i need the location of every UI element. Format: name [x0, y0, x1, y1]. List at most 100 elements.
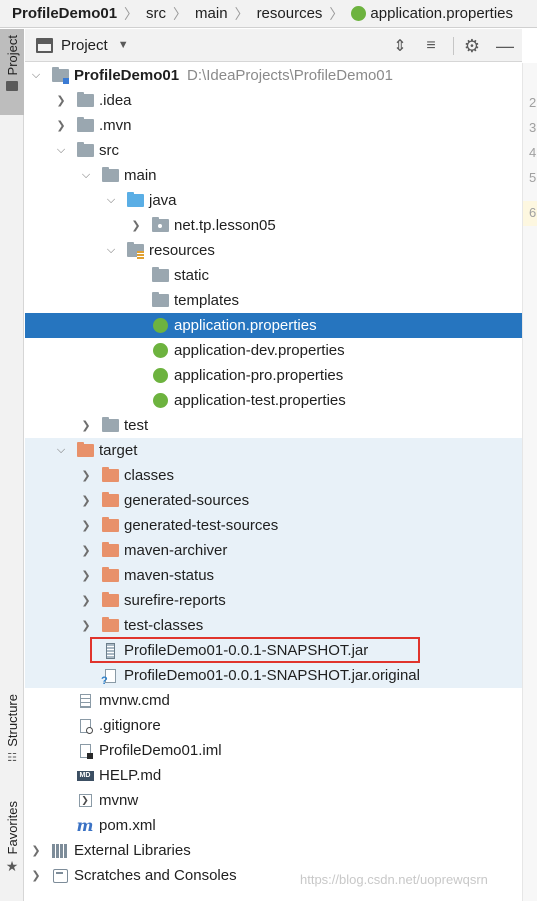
- chevron-right-icon[interactable]: ❯: [129, 219, 143, 233]
- chevron-right-icon[interactable]: ❯: [29, 869, 43, 883]
- chevron-right-icon[interactable]: ❯: [79, 419, 93, 433]
- breadcrumb-item-project[interactable]: ProfileDemo01: [12, 5, 117, 22]
- collapse-all-icon[interactable]: ⇕: [391, 37, 409, 55]
- source-folder-icon: [126, 192, 144, 209]
- chevron-right-icon[interactable]: ❯: [79, 469, 93, 483]
- tree-item-label: target: [99, 442, 138, 459]
- tree-item-label: .gitignore: [99, 717, 161, 734]
- tree-row-external-libraries[interactable]: ❯ External Libraries: [25, 838, 522, 863]
- markdown-file-icon: MD: [76, 768, 94, 784]
- tree-row-iml[interactable]: ProfileDemo01.iml: [25, 738, 522, 763]
- structure-tool-tab[interactable]: Structure ☷: [0, 694, 24, 784]
- tree-row-surefire-reports[interactable]: ❯ surefire-reports: [25, 588, 522, 613]
- excluded-folder-icon: [101, 517, 119, 534]
- tree-row-jar[interactable]: ProfileDemo01-0.0.1-SNAPSHOT.jar: [25, 638, 522, 663]
- module-folder-icon: [51, 67, 69, 84]
- tree-row-application-pro[interactable]: application-pro.properties: [25, 363, 522, 388]
- tree-row-maven-archiver[interactable]: ❯ maven-archiver: [25, 538, 522, 563]
- tree-item-label: ProfileDemo01-0.0.1-SNAPSHOT.jar: [124, 642, 369, 659]
- chevron-right-icon[interactable]: ❯: [79, 494, 93, 508]
- tree-item-label: HELP.md: [99, 767, 162, 784]
- star-icon: ★: [5, 858, 19, 875]
- tree-row-application-dev[interactable]: application-dev.properties: [25, 338, 522, 363]
- chevron-right-icon[interactable]: ❯: [79, 569, 93, 583]
- tree-row-static[interactable]: static: [25, 263, 522, 288]
- chevron-down-icon[interactable]: ⌵: [104, 194, 118, 208]
- tree-row-java[interactable]: ⌵ java: [25, 188, 522, 213]
- tree-row-package[interactable]: ❯ net.tp.lesson05: [25, 213, 522, 238]
- tree-row-templates[interactable]: templates: [25, 288, 522, 313]
- folder-icon: [101, 417, 119, 434]
- ignore-file-icon: [76, 718, 94, 734]
- tree-item-label: mvnw.cmd: [99, 692, 170, 709]
- project-tool-tab[interactable]: Project: [0, 29, 24, 115]
- tree-row-generated-sources[interactable]: ❯ generated-sources: [25, 488, 522, 513]
- breadcrumb-item-src[interactable]: src: [146, 5, 166, 22]
- tree-row-gitignore[interactable]: .gitignore: [25, 713, 522, 738]
- structure-icon: ☷: [7, 751, 17, 764]
- tree-row-resources[interactable]: ⌵ resources: [25, 238, 522, 263]
- tree-row-mvnw[interactable]: ❯ mvnw: [25, 788, 522, 813]
- spring-properties-icon: [151, 368, 169, 384]
- folder-icon: [151, 267, 169, 284]
- tree-row-help[interactable]: MD HELP.md: [25, 763, 522, 788]
- spring-properties-icon: [151, 343, 169, 359]
- tree-item-label: mvnw: [99, 792, 139, 809]
- view-dropdown-icon[interactable]: ▼: [118, 39, 129, 51]
- tree-row-mvn[interactable]: ❯ .mvn: [25, 113, 522, 138]
- tree-item-label: ProfileDemo01-0.0.1-SNAPSHOT.jar.origina…: [124, 667, 420, 684]
- tree-row-test-classes[interactable]: ❯ test-classes: [25, 613, 522, 638]
- tree-item-label: Scratches and Consoles: [74, 867, 237, 884]
- tree-row-maven-status[interactable]: ❯ maven-status: [25, 563, 522, 588]
- tree-row-idea[interactable]: ❯ .idea: [25, 88, 522, 113]
- tree-row-pom[interactable]: m pom.xml: [25, 813, 522, 838]
- project-view-icon: [36, 37, 53, 53]
- tree-item-label: application-test.properties: [174, 392, 346, 409]
- excluded-folder-icon: [101, 542, 119, 559]
- tree-row-generated-test-sources[interactable]: ❯ generated-test-sources: [25, 513, 522, 538]
- tree-row-jar-original[interactable]: ? ProfileDemo01-0.0.1-SNAPSHOT.jar.origi…: [25, 663, 522, 688]
- chevron-right-icon[interactable]: ❯: [29, 844, 43, 858]
- folder-icon: [6, 81, 18, 92]
- breadcrumb-item-file[interactable]: application.properties: [351, 5, 513, 22]
- expand-all-icon[interactable]: ≡: [422, 37, 440, 55]
- tree-row-classes[interactable]: ❯ classes: [25, 463, 522, 488]
- tree-row-src[interactable]: ⌵ src: [25, 138, 522, 163]
- structure-tab-label: Structure: [4, 694, 20, 747]
- favorites-tool-tab[interactable]: Favorites ★: [0, 801, 24, 891]
- tree-row-main[interactable]: ⌵ main: [25, 163, 522, 188]
- tree-row-test[interactable]: ❯ test: [25, 413, 522, 438]
- tree-row-root[interactable]: ⌵ ProfileDemo01 D:\IdeaProjects\ProfileD…: [25, 63, 522, 88]
- chevron-right-icon[interactable]: ❯: [79, 619, 93, 633]
- excluded-folder-icon: [101, 467, 119, 484]
- minimize-icon[interactable]: —: [496, 36, 514, 56]
- chevron-right-icon[interactable]: ❯: [79, 544, 93, 558]
- tree-item-label: application-pro.properties: [174, 367, 344, 384]
- tree-row-application-test[interactable]: application-test.properties: [25, 388, 522, 413]
- folder-icon: [76, 92, 94, 109]
- editor-gutter: 2 3 4 5 6: [522, 63, 537, 901]
- left-tool-strip: Project Structure ☷ Favorites ★: [0, 29, 24, 901]
- breadcrumb-file-label: application.properties: [370, 5, 514, 22]
- package-icon: [151, 217, 169, 234]
- chevron-right-icon[interactable]: ❯: [79, 519, 93, 533]
- chevron-down-icon[interactable]: ⌵: [79, 169, 93, 183]
- tree-row-target[interactable]: ⌵ target: [25, 438, 522, 463]
- chevron-down-icon[interactable]: ⌵: [29, 69, 43, 83]
- chevron-right-icon[interactable]: ❯: [54, 119, 68, 133]
- chevron-down-icon[interactable]: ⌵: [104, 244, 118, 258]
- gear-icon[interactable]: ⚙: [463, 36, 481, 56]
- chevron-down-icon[interactable]: ⌵: [54, 444, 68, 458]
- tree-item-label: application.properties: [174, 317, 317, 334]
- breadcrumb-item-resources[interactable]: resources: [257, 5, 323, 22]
- tree-row-application-properties[interactable]: application.properties: [25, 313, 522, 338]
- chevron-down-icon[interactable]: ⌵: [54, 144, 68, 158]
- tree-row-mvnw-cmd[interactable]: mvnw.cmd: [25, 688, 522, 713]
- project-tab-label: Project: [4, 35, 20, 76]
- breadcrumb-item-main[interactable]: main: [195, 5, 228, 22]
- chevron-right-icon[interactable]: ❯: [54, 94, 68, 108]
- script-file-icon: [76, 693, 94, 709]
- library-icon: [51, 843, 69, 859]
- chevron-right-icon[interactable]: ❯: [79, 594, 93, 608]
- tree-item-label: java: [149, 192, 177, 209]
